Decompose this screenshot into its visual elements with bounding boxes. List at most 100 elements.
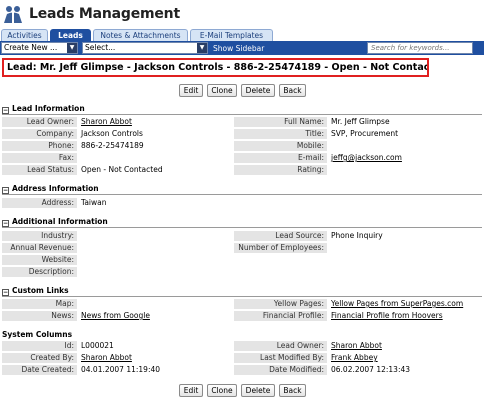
collapse-icon[interactable]: − <box>2 107 9 114</box>
clone-button[interactable]: Clone <box>207 384 237 397</box>
field-label: Phone: <box>2 141 77 151</box>
field-value <box>78 255 232 265</box>
lead-title: Lead: Mr. Jeff Glimpse - Jackson Control… <box>2 58 429 77</box>
field-label: Company: <box>2 129 77 139</box>
view-select-label: Select... <box>85 43 116 52</box>
field-label: Lead Source: <box>234 231 327 241</box>
field-row: News: News from Google Financial Profile… <box>2 311 482 322</box>
field-label: Last Modified By: <box>234 353 327 363</box>
section-title: Additional Information <box>12 217 108 226</box>
chevron-down-icon: ▼ <box>67 43 77 53</box>
field-label: Annual Revenue: <box>2 243 77 253</box>
field-label: Date Modified: <box>234 365 327 375</box>
collapse-icon[interactable]: − <box>2 187 9 194</box>
delete-button[interactable]: Delete <box>241 384 275 397</box>
section-system-columns: System Columns <box>2 330 72 339</box>
field-row: Fax: E-mail: jeffg@jackson.com <box>2 153 482 164</box>
collapse-icon[interactable]: − <box>2 289 9 296</box>
field-row: Lead Status: Open - Not Contacted Rating… <box>2 165 482 176</box>
field-label: Id: <box>2 341 77 351</box>
tab-email-templates[interactable]: E-Mail Templates <box>190 29 273 41</box>
app-header: Leads Management <box>0 0 484 28</box>
field-label: E-mail: <box>234 153 327 163</box>
yellow-pages-link[interactable]: Yellow Pages from SuperPages.com <box>328 299 482 309</box>
show-sidebar-link[interactable]: Show Sidebar <box>213 44 264 53</box>
toolbar: Create New ... ▼ Select... ▼ Show Sideba… <box>0 41 484 55</box>
email-link[interactable]: jeffg@jackson.com <box>328 153 482 163</box>
back-button[interactable]: Back <box>279 384 306 397</box>
field-label: Industry: <box>2 231 77 241</box>
lead-owner-link[interactable]: Sharon Abbot <box>328 341 482 351</box>
field-label: Created By: <box>2 353 77 363</box>
field-label: Number of Employees: <box>234 243 327 253</box>
field-value: Mr. Jeff Glimpse <box>331 117 390 126</box>
field-label: Website: <box>2 255 77 265</box>
field-row: Address: Taiwan <box>2 198 482 209</box>
section-address-information[interactable]: − Address Information <box>2 184 99 194</box>
field-value <box>78 267 232 277</box>
edit-button[interactable]: Edit <box>179 84 203 97</box>
created-by-link[interactable]: Sharon Abbot <box>78 353 232 363</box>
financial-profile-link[interactable]: Financial Profile from Hoovers <box>328 311 482 321</box>
field-value: Open - Not Contacted <box>81 165 163 174</box>
field-value: SVP, Procurement <box>331 129 399 138</box>
field-label: Date Created: <box>2 365 77 375</box>
field-value: L000021 <box>81 341 114 350</box>
section-custom-links[interactable]: − Custom Links <box>2 286 69 296</box>
edit-button[interactable]: Edit <box>179 384 203 397</box>
field-value <box>328 243 482 253</box>
leads-logo-icon <box>4 6 22 23</box>
field-label: Title: <box>234 129 327 139</box>
chevron-down-icon: ▼ <box>197 43 207 53</box>
field-row: Website: <box>2 255 482 266</box>
field-value <box>78 243 232 253</box>
section-lead-information[interactable]: − Lead Information <box>2 104 85 114</box>
field-label: News: <box>2 311 77 321</box>
search-input[interactable] <box>367 42 473 54</box>
field-value: Taiwan <box>81 198 107 207</box>
action-bar-bottom: Edit Clone Delete Back <box>0 384 484 398</box>
field-label: Financial Profile: <box>234 311 327 321</box>
field-label: Yellow Pages: <box>234 299 327 309</box>
divider <box>2 114 482 115</box>
view-select[interactable]: Select... ▼ <box>82 42 208 54</box>
field-label: Lead Owner: <box>2 117 77 127</box>
section-additional-information[interactable]: − Additional Information <box>2 217 108 227</box>
clone-button[interactable]: Clone <box>207 84 237 97</box>
action-bar-top: Edit Clone Delete Back <box>0 84 484 98</box>
field-value: Jackson Controls <box>81 129 143 138</box>
field-value: Phone Inquiry <box>331 231 383 240</box>
delete-button[interactable]: Delete <box>241 84 275 97</box>
back-button[interactable]: Back <box>279 84 306 97</box>
field-value: 04.01.2007 11:19:40 <box>81 365 161 374</box>
divider <box>2 194 482 195</box>
app-title: Leads Management <box>29 6 180 22</box>
section-title: Address Information <box>12 184 99 193</box>
field-row: Phone: 886-2-25474189 Mobile: <box>2 141 482 152</box>
field-label: Address: <box>2 198 77 208</box>
field-value <box>78 153 232 163</box>
news-link[interactable]: News from Google <box>78 311 232 321</box>
tab-leads[interactable]: Leads <box>50 29 91 41</box>
field-label: Full Name: <box>234 117 327 127</box>
collapse-icon[interactable]: − <box>2 220 9 227</box>
field-label: Description: <box>2 267 77 277</box>
field-value <box>328 165 482 175</box>
field-value <box>328 141 482 151</box>
tab-activities[interactable]: Activities <box>1 29 48 41</box>
field-row: Date Created: 04.01.2007 11:19:40 Date M… <box>2 365 482 376</box>
tab-notes-attachments[interactable]: Notes & Attachments <box>93 29 188 41</box>
field-row: Map: Yellow Pages: Yellow Pages from Sup… <box>2 299 482 310</box>
field-row: Id: L000021 Lead Owner: Sharon Abbot <box>2 341 482 352</box>
create-new-select[interactable]: Create New ... ▼ <box>1 42 78 54</box>
lead-owner-link[interactable]: Sharon Abbot <box>78 117 232 127</box>
last-modified-by-link[interactable]: Frank Abbey <box>328 353 482 363</box>
field-value: 06.02.2007 12:13:43 <box>331 365 411 374</box>
field-value <box>78 231 232 241</box>
section-title: Custom Links <box>12 286 69 295</box>
tab-bar: Activities Leads Notes & Attachments E-M… <box>0 29 484 41</box>
field-label: Fax: <box>2 153 77 163</box>
field-value: 886-2-25474189 <box>81 141 144 150</box>
create-new-label: Create New ... <box>4 43 58 52</box>
field-row: Industry: Lead Source: Phone Inquiry <box>2 231 482 242</box>
